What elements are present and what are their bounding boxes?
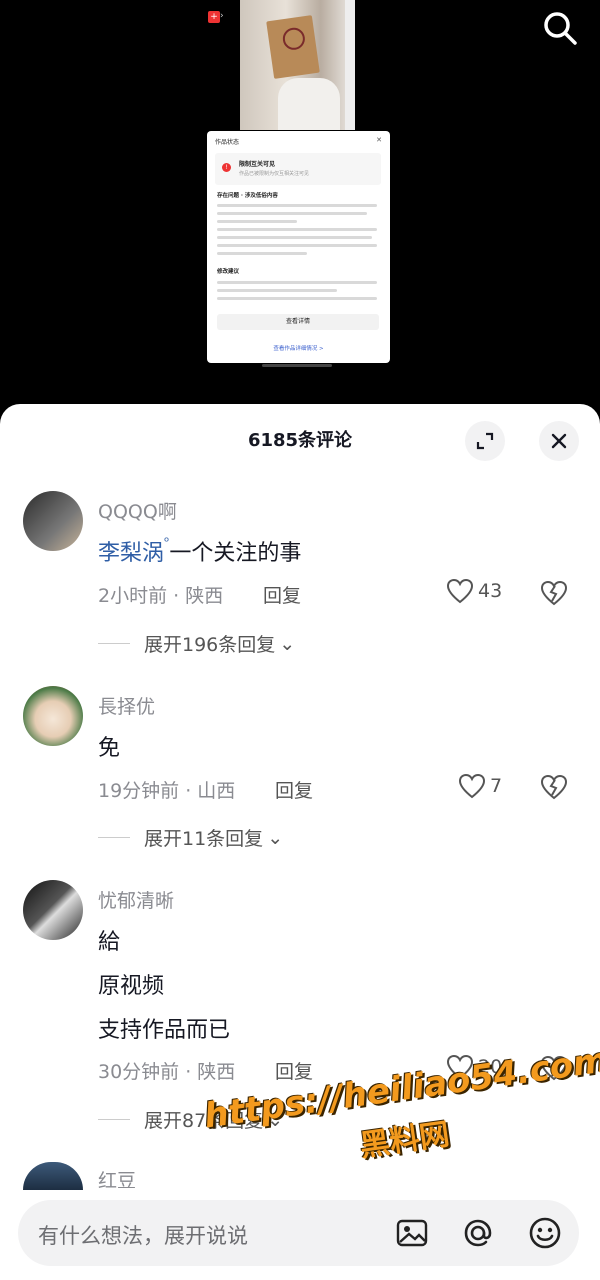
reply-button[interactable]: 回复 — [275, 776, 313, 803]
notice-title: 作品状态 — [215, 139, 240, 146]
avatar[interactable] — [23, 491, 83, 551]
heart-icon — [446, 578, 474, 604]
comment-username[interactable]: 忧郁清晰 — [98, 886, 174, 913]
dislike-heart-icon[interactable] — [540, 773, 568, 801]
comment-count-title: 6185条评论 — [247, 430, 353, 451]
source-badge-icon: + — [208, 11, 220, 23]
notice-section-suggestion: 修改建议 — [217, 269, 240, 275]
comment-text: 李梨涡ᵒ一个关注的事 — [98, 535, 301, 567]
like-button[interactable]: 43 — [446, 578, 502, 604]
heart-icon — [458, 773, 486, 799]
comment-text-line: 給 — [98, 930, 121, 955]
work-status-card: 作品状态 ✕ ! 限制互关可见 作品已被限制为仅互相关注可见 存在问题 · 涉及… — [207, 131, 390, 363]
like-count: 7 — [490, 775, 503, 797]
at-icon[interactable] — [460, 1215, 496, 1251]
expand-icon — [476, 432, 494, 450]
expand-button[interactable] — [465, 421, 505, 461]
avatar[interactable] — [23, 880, 83, 940]
like-count: 43 — [478, 580, 503, 602]
notice-section-problem: 存在问题 · 涉及低俗内容 — [217, 193, 278, 199]
comment-text: 免 — [98, 736, 121, 761]
expand-replies-label: 展开11条回复 — [144, 828, 264, 850]
bottom-spacer — [0, 1270, 600, 1280]
emoji-icon[interactable] — [527, 1215, 563, 1251]
comment-username[interactable]: 長择优 — [98, 692, 155, 719]
comment-meta: 19分钟前 · 山西 — [98, 780, 236, 802]
close-button[interactable] — [539, 421, 579, 461]
comment-text-line: 原视频 — [98, 974, 165, 999]
alert-title: 限制互关可见 — [239, 161, 276, 168]
comment-meta: 2小时前 · 陕西 — [98, 585, 224, 607]
dislike-heart-icon[interactable] — [540, 579, 568, 607]
comment-input-bar[interactable]: 有什么想法，展开说说 — [18, 1200, 579, 1266]
like-button[interactable]: 7 — [458, 773, 502, 799]
avatar[interactable] — [23, 686, 83, 746]
search-icon[interactable] — [540, 8, 580, 48]
progress-indicator — [262, 364, 332, 367]
comment-input[interactable]: 有什么想法，展开说说 — [38, 1220, 248, 1250]
chevron-down-icon: ⌄ — [267, 826, 284, 849]
alert-subtitle: 作品已被限制为仅互相关注可见 — [239, 171, 310, 177]
close-icon[interactable]: ✕ — [376, 136, 382, 144]
comment-meta: 30分钟前 · 陕西 — [98, 1061, 236, 1083]
image-icon[interactable] — [394, 1215, 430, 1251]
comment-username[interactable]: QQQQ啊 — [98, 497, 177, 524]
chevron-right-icon: › — [220, 11, 224, 21]
video-frame — [240, 0, 355, 130]
comment-username[interactable]: 红豆 — [98, 1166, 136, 1188]
view-details-button[interactable]: 查看详情 — [217, 314, 379, 330]
comment-text-line: 支持作品而已 — [98, 1018, 231, 1043]
notice-alert: ! 限制互关可见 作品已被限制为仅互相关注可见 — [215, 153, 381, 185]
reply-button[interactable]: 回复 — [263, 581, 301, 608]
video-player[interactable]: + › 作品状态 ✕ ! 限制互关可见 作品已被限制为仅互相关注可见 存在问题 … — [0, 0, 600, 410]
alert-icon: ! — [222, 163, 231, 172]
expand-replies-label: 展开196条回复 — [144, 634, 276, 656]
mention-link[interactable]: 李梨涡 — [98, 541, 164, 566]
comment-body: 一个关注的事 — [169, 541, 302, 566]
watermark-name: 黑料网 — [357, 1116, 452, 1165]
close-icon — [551, 433, 567, 449]
chevron-down-icon: ⌄ — [279, 632, 296, 655]
view-work-details-link[interactable]: 查看作品详细情况 > — [207, 344, 390, 352]
expand-replies-button[interactable]: 展开11条回复 ⌄ — [98, 824, 283, 851]
expand-replies-button[interactable]: 展开196条回复 ⌄ — [98, 630, 295, 657]
